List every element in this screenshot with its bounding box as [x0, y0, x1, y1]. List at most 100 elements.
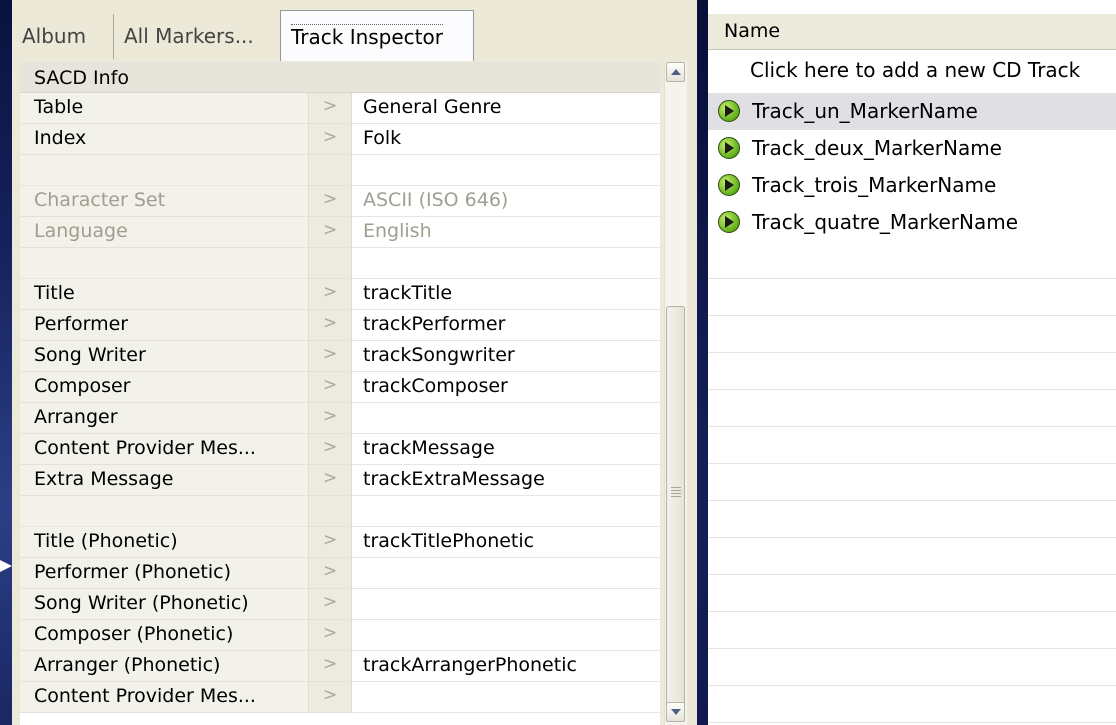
track-row[interactable]: Track_deux_MarkerName: [708, 130, 1116, 167]
property-separator: >: [308, 682, 352, 713]
property-separator: >: [308, 589, 352, 620]
arrow-down-icon: [671, 709, 681, 715]
vertical-scrollbar[interactable]: [664, 62, 687, 725]
property-row-content-provider-message[interactable]: Content Provider Mes... > trackMessage: [20, 434, 660, 465]
property-row-arranger-phonetic[interactable]: Arranger (Phonetic) > trackArrangerPhone…: [20, 651, 660, 682]
property-row-extra-message[interactable]: Extra Message > trackExtraMessage: [20, 465, 660, 496]
property-label: Index: [20, 124, 308, 155]
property-label: [20, 496, 308, 527]
property-separator: [308, 496, 352, 527]
track-name: Track_trois_MarkerName: [752, 173, 997, 197]
property-value[interactable]: [352, 589, 660, 620]
property-separator: >: [308, 651, 352, 682]
tab-track-inspector[interactable]: Track Inspector: [280, 10, 474, 61]
name-column-header[interactable]: Name: [708, 14, 1116, 50]
property-row-content-provider-message-phonetic[interactable]: Content Provider Mes... >: [20, 682, 660, 713]
tab-album[interactable]: Album: [12, 14, 114, 59]
property-value[interactable]: General Genre: [352, 93, 660, 124]
property-separator: >: [308, 434, 352, 465]
pointer-arrow-icon: [0, 560, 12, 572]
track-name: Track_un_MarkerName: [752, 99, 978, 123]
property-separator: >: [308, 310, 352, 341]
property-value[interactable]: trackSongwriter: [352, 341, 660, 372]
property-separator: [308, 155, 352, 186]
property-label: Song Writer: [20, 341, 308, 372]
property-value[interactable]: trackMessage: [352, 434, 660, 465]
property-value[interactable]: [352, 403, 660, 434]
property-value[interactable]: trackArrangerPhonetic: [352, 651, 660, 682]
property-value[interactable]: trackPerformer: [352, 310, 660, 341]
property-label: Title: [20, 279, 308, 310]
property-value[interactable]: [352, 682, 660, 713]
play-marker-icon: [718, 137, 740, 159]
property-row-composer-phonetic[interactable]: Composer (Phonetic) >: [20, 620, 660, 651]
property-value: English: [352, 217, 660, 248]
property-label: Performer (Phonetic): [20, 558, 308, 589]
property-label: Arranger: [20, 403, 308, 434]
property-value[interactable]: [352, 558, 660, 589]
grip-icon: [671, 487, 681, 497]
property-label: Composer: [20, 372, 308, 403]
property-value: [352, 155, 660, 186]
track-name: Track_quatre_MarkerName: [752, 210, 1019, 234]
property-label: Character Set: [20, 186, 308, 217]
property-separator: >: [308, 341, 352, 372]
property-value[interactable]: trackTitlePhonetic: [352, 527, 660, 558]
property-row-arranger[interactable]: Arranger >: [20, 403, 660, 434]
property-label: Arranger (Phonetic): [20, 651, 308, 682]
property-separator: >: [308, 279, 352, 310]
add-track-label: Click here to add a new CD Track: [750, 58, 1081, 82]
property-separator: >: [308, 217, 352, 248]
property-row-composer[interactable]: Composer > trackComposer: [20, 372, 660, 403]
property-label: [20, 248, 308, 279]
track-row[interactable]: Track_quatre_MarkerName: [708, 204, 1116, 241]
arrow-up-icon: [671, 69, 681, 75]
scroll-down-button[interactable]: [666, 702, 685, 722]
property-label: Title (Phonetic): [20, 527, 308, 558]
property-separator: >: [308, 558, 352, 589]
property-label: Content Provider Mes...: [20, 434, 308, 465]
property-row-title-phonetic[interactable]: Title (Phonetic) > trackTitlePhonetic: [20, 527, 660, 558]
track-row[interactable]: Track_un_MarkerName: [708, 93, 1116, 130]
play-marker-icon: [718, 174, 740, 196]
property-separator: >: [308, 372, 352, 403]
property-row-table[interactable]: Table > General Genre: [20, 93, 660, 124]
scroll-up-button[interactable]: [666, 62, 685, 82]
property-label: Language: [20, 217, 308, 248]
property-row-performer[interactable]: Performer > trackPerformer: [20, 310, 660, 341]
track-name: Track_deux_MarkerName: [752, 136, 1002, 160]
scrollbar-thumb[interactable]: [666, 306, 685, 711]
property-separator: >: [308, 620, 352, 651]
tab-track-inspector-label: Track Inspector: [291, 24, 443, 49]
property-separator: >: [308, 186, 352, 217]
play-marker-icon: [718, 211, 740, 233]
property-row-character-set: Character Set > ASCII (ISO 646): [20, 186, 660, 217]
property-row-language: Language > English: [20, 217, 660, 248]
property-value: [352, 248, 660, 279]
track-row[interactable]: Track_trois_MarkerName: [708, 167, 1116, 204]
tab-all-markers[interactable]: All Markers...: [114, 14, 282, 59]
property-row-performer-phonetic[interactable]: Performer (Phonetic) >: [20, 558, 660, 589]
property-value[interactable]: trackExtraMessage: [352, 465, 660, 496]
property-row-blank: [20, 248, 660, 279]
property-value[interactable]: [352, 620, 660, 651]
property-grid: SACD Info Table > General Genre Index > …: [20, 62, 660, 725]
property-label: Composer (Phonetic): [20, 620, 308, 651]
add-track-row[interactable]: Click here to add a new CD Track: [708, 52, 1116, 89]
property-value: ASCII (ISO 646): [352, 186, 660, 217]
section-title: SACD Info: [34, 67, 129, 89]
property-row-song-writer[interactable]: Song Writer > trackSongwriter: [20, 341, 660, 372]
tab-all-markers-label: All Markers...: [124, 24, 254, 48]
property-separator: >: [308, 527, 352, 558]
property-value[interactable]: trackComposer: [352, 372, 660, 403]
property-value: [352, 496, 660, 527]
property-label: Content Provider Mes...: [20, 682, 308, 713]
property-value[interactable]: Folk: [352, 124, 660, 155]
tab-bar: Album All Markers... Track Inspector: [12, 0, 697, 62]
property-row-index[interactable]: Index > Folk: [20, 124, 660, 155]
section-header[interactable]: SACD Info: [20, 62, 660, 93]
property-value[interactable]: trackTitle: [352, 279, 660, 310]
property-row-song-writer-phonetic[interactable]: Song Writer (Phonetic) >: [20, 589, 660, 620]
property-row-title[interactable]: Title > trackTitle: [20, 279, 660, 310]
property-row-blank: [20, 155, 660, 186]
